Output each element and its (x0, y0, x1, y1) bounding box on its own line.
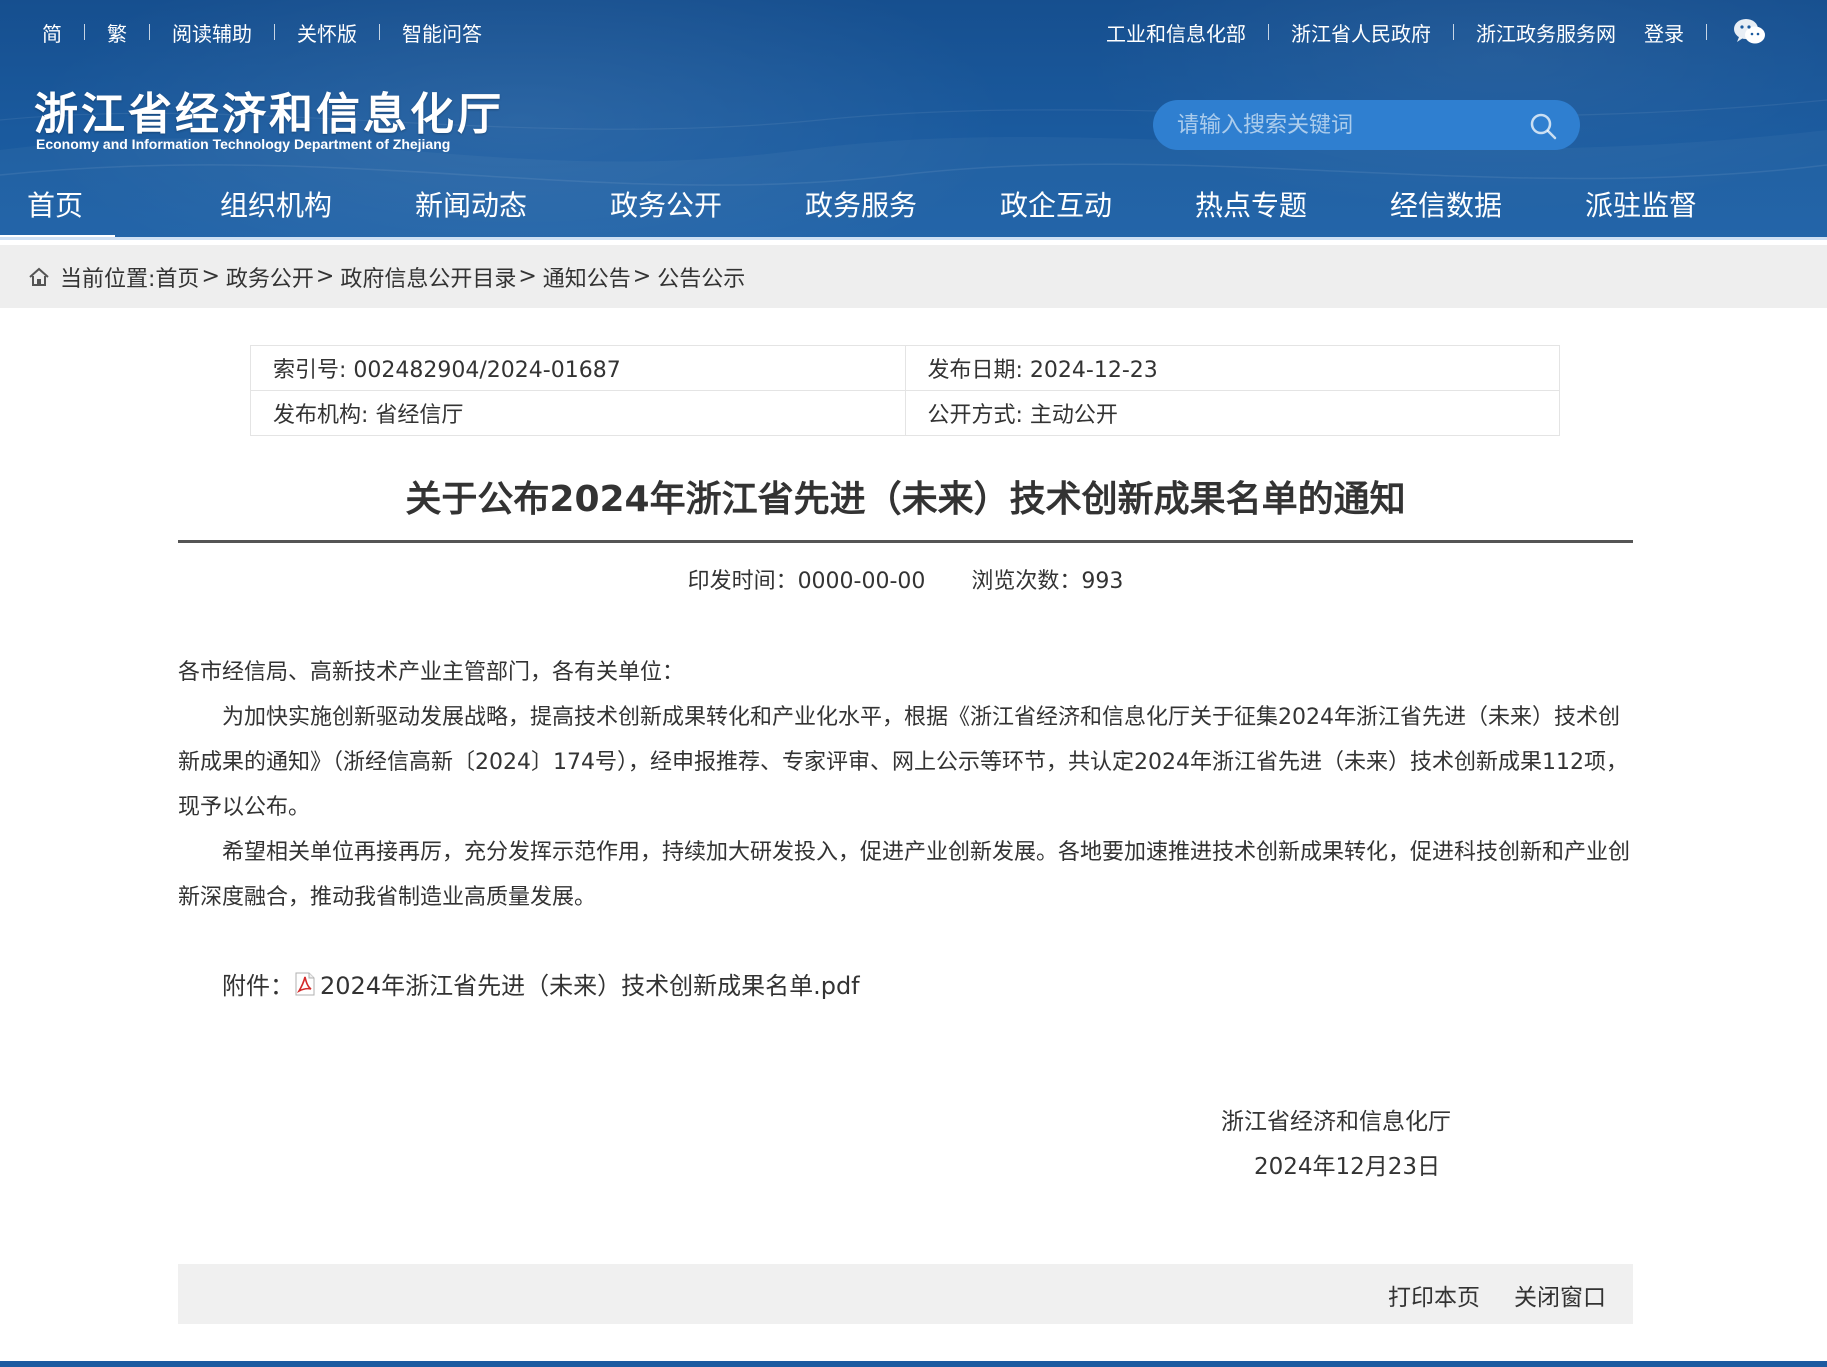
nav-item-news[interactable]: 新闻动态 (411, 184, 531, 235)
view-count: 浏览次数：993 (971, 569, 1124, 594)
meta-index-number: 索引号: 002482904/2024-01687 (250, 345, 906, 391)
bottom-border (0, 1361, 1827, 1367)
breadcrumb-separator: > (315, 264, 335, 289)
nav-item-home[interactable]: 首页 (0, 184, 115, 239)
nav-item-organization[interactable]: 组织机构 (216, 184, 336, 235)
login-link[interactable]: 登录 (1638, 18, 1706, 47)
simplified-chinese-link[interactable]: 简 (40, 18, 84, 47)
signature-date: 2024年12月23日 (1254, 1154, 1441, 1180)
article-info: 印发时间：0000-00-00 浏览次数：993 (178, 563, 1633, 595)
article-title: 关于公布2024年浙江省先进（未来）技术创新成果名单的通知 (405, 479, 1406, 520)
search-box (1153, 100, 1580, 150)
topbar-right: 工业和信息化部 浙江省人民政府 浙江政务服务网 登录 (1084, 14, 1767, 50)
page-actions-bar: 打印本页 关闭窗口 (178, 1264, 1633, 1324)
miit-link[interactable]: 工业和信息化部 (1084, 18, 1268, 47)
care-edition-link[interactable]: 关怀版 (275, 18, 379, 47)
attachment-label: 附件： (222, 972, 294, 1000)
close-window-button[interactable]: 关闭窗口 (1514, 1278, 1606, 1312)
attachment: 附件： 2024年浙江省先进（未来）技术创新成果名单.pdf (222, 966, 860, 1001)
pdf-icon (295, 972, 315, 995)
breadcrumb-separator: > (518, 264, 537, 289)
signature: 浙江省经济和信息化厅 2024年12月23日 (1221, 1100, 1451, 1190)
breadcrumb-announcements[interactable]: 公告公示 (657, 261, 745, 293)
article-body: 各市经信局、高新技术产业主管部门，各有关单位： 为加快实施创新驱动发展战略，提高… (178, 650, 1633, 920)
document-meta-table: 索引号: 002482904/2024-01687 发布日期: 2024-12-… (250, 345, 1560, 436)
breadcrumb-home[interactable]: 首页 (155, 261, 199, 293)
site-logo-title[interactable]: 浙江省经济和信息化厅 (34, 78, 504, 142)
nav-item-interaction[interactable]: 政企互动 (996, 184, 1116, 235)
zj-service-link[interactable]: 浙江政务服务网 (1454, 18, 1638, 47)
search-input[interactable] (1175, 111, 1509, 139)
zj-gov-link[interactable]: 浙江省人民政府 (1269, 18, 1453, 47)
home-icon (29, 267, 49, 286)
meta-publish-date: 发布日期: 2024-12-23 (904, 345, 1560, 391)
attachment-link[interactable]: 2024年浙江省先进（未来）技术创新成果名单.pdf (320, 966, 860, 1001)
search-icon[interactable] (1528, 111, 1558, 141)
print-page-button[interactable]: 打印本页 (1388, 1278, 1480, 1312)
article-paragraph: 为加快实施创新驱动发展战略，提高技术创新成果转化和产业化水平，根据《浙江省经济和… (178, 705, 1628, 820)
reading-assist-link[interactable]: 阅读辅助 (150, 18, 274, 47)
nav-item-gov-affairs-open[interactable]: 政务公开 (606, 184, 726, 235)
article-paragraph: 希望相关单位再接再厉，充分发挥示范作用，持续加大研发投入，促进产业创新发展。各地… (178, 840, 1631, 910)
meta-disclosure-method: 公开方式: 主动公开 (904, 390, 1560, 436)
divider (1706, 24, 1707, 40)
article-salutation: 各市经信局、高新技术产业主管部门，各有关单位： (178, 660, 685, 685)
nav-item-hot-topics[interactable]: 热点专题 (1191, 184, 1311, 235)
breadcrumb: 当前位置: 首页 > 政务公开 > 政府信息公开目录 > 通知公告 > 公告公示 (0, 245, 1827, 308)
breadcrumb-info-catalog[interactable]: 政府信息公开目录 (340, 261, 516, 293)
breadcrumb-notices[interactable]: 通知公告 (543, 261, 631, 293)
nav-item-gov-services[interactable]: 政务服务 (801, 184, 921, 235)
breadcrumb-separator: > (632, 264, 652, 289)
breadcrumb-prefix: 当前位置: (60, 266, 156, 292)
meta-publisher: 发布机构: 省经信厅 (250, 390, 906, 436)
signature-org: 浙江省经济和信息化厅 (1221, 1109, 1451, 1135)
main-nav: 首页 组织机构 新闻动态 政务公开 政务服务 政企互动 热点专题 经信数据 派驻… (0, 184, 1827, 240)
nav-item-supervision[interactable]: 派驻监督 (1581, 184, 1701, 235)
breadcrumb-gov-affairs-open[interactable]: 政务公开 (226, 261, 314, 293)
nav-item-data[interactable]: 经信数据 (1386, 184, 1506, 235)
traditional-chinese-link[interactable]: 繁 (85, 18, 149, 47)
issue-time: 印发时间：0000-00-00 (687, 569, 926, 594)
smart-qa-link[interactable]: 智能问答 (380, 18, 504, 47)
wechat-icon[interactable] (1733, 17, 1767, 47)
site-logo-subtitle: Economy and Information Technology Depar… (36, 136, 451, 152)
topbar-left: 简 繁 阅读辅助 关怀版 智能问答 (40, 14, 504, 50)
site-header: 简 繁 阅读辅助 关怀版 智能问答 工业和信息化部 浙江省人民政府 浙江政务服务… (0, 0, 1827, 240)
breadcrumb-separator: > (201, 264, 220, 289)
title-divider (178, 540, 1633, 543)
